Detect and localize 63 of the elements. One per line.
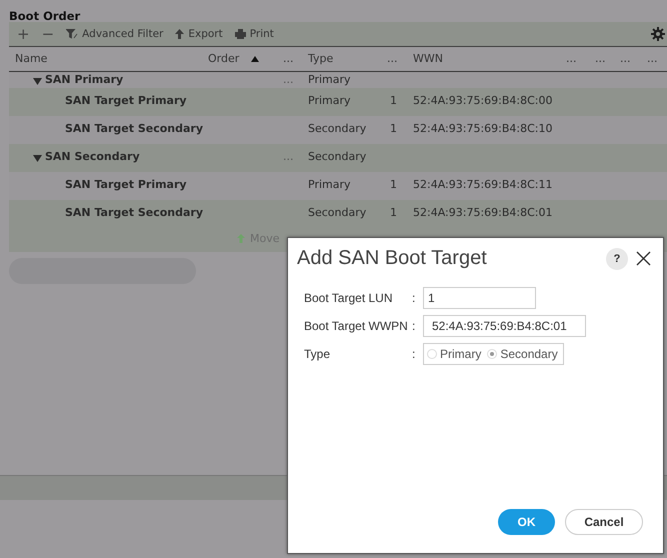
table-cell: SAN Target Primary	[65, 178, 187, 191]
table-cell: SAN Target Primary	[65, 94, 187, 107]
arrow-up-icon	[237, 234, 245, 243]
group-name: SAN Primary	[45, 73, 124, 86]
separator: :	[412, 347, 416, 361]
table-cell: 52:4A:93:75:69:B4:8C:01	[413, 206, 552, 219]
column-header[interactable]: ...	[595, 52, 606, 65]
filter-icon	[66, 29, 78, 39]
table-cell: Secondary	[308, 150, 366, 163]
table-cell: Secondary	[308, 122, 366, 135]
table-cell: 1	[390, 94, 397, 107]
table-row[interactable]: SAN Secondary ... Secondary	[9, 144, 667, 172]
toolbar-button[interactable]: Advanced Filter	[66, 28, 164, 40]
ok-button[interactable]: OK	[498, 509, 555, 535]
table-cell: ...	[283, 73, 294, 86]
input-field[interactable]: 52:4A:93:75:69:B4:8C:01	[423, 315, 586, 337]
field-label: Type	[304, 347, 332, 361]
table-cell: ...	[283, 150, 294, 163]
field-label: Boot Target LUN	[304, 291, 394, 305]
table-cell: SAN Target Secondary	[65, 206, 204, 219]
help-button[interactable]: ?	[606, 248, 628, 270]
group-name: SAN Secondary	[45, 150, 140, 163]
table-cell: 52:4A:93:75:69:B4:8C:11	[413, 178, 552, 191]
column-header[interactable]: Order	[208, 52, 260, 65]
table-row[interactable]: SAN Target Primary Primary 1 52:4A:93:75:69:B4:8C:00	[9, 88, 667, 116]
column-header[interactable]: WWN	[413, 52, 443, 65]
remove-button[interactable]: −	[42, 25, 54, 43]
arrow-up-icon	[175, 29, 184, 39]
expand-arrow-icon[interactable]	[33, 155, 42, 162]
column-header[interactable]: ...	[647, 52, 658, 65]
add-button[interactable]: +	[17, 25, 30, 43]
field-label: Boot Target WWPN	[304, 319, 409, 333]
table-row[interactable]: SAN Target Secondary Secondary 1 52:4A:93:75:69:B4:8C:01	[9, 200, 667, 228]
table-cell: Primary	[308, 94, 351, 107]
separator: :	[412, 291, 416, 305]
table-cell: 1	[390, 122, 397, 135]
table-cell: Secondary	[308, 206, 366, 219]
separator: :	[412, 319, 416, 333]
radio-option[interactable]: Primary	[427, 347, 482, 361]
settings-icon[interactable]	[651, 27, 665, 41]
column-header[interactable]: Name	[15, 52, 48, 65]
table-cell: SAN Target Secondary	[65, 122, 204, 135]
column-header[interactable]: ...	[283, 52, 294, 65]
column-header[interactable]: ...	[620, 52, 630, 65]
table-cell: 52:4A:93:75:69:B4:8C:00	[413, 94, 552, 107]
column-header[interactable]: ...	[387, 52, 398, 65]
cancel-button[interactable]: Cancel	[565, 509, 643, 535]
table-cell: 52:4A:93:75:69:B4:8C:10	[413, 122, 552, 135]
radio-option[interactable]: Secondary	[487, 347, 558, 361]
expand-arrow-icon[interactable]	[33, 78, 42, 85]
printer-icon	[234, 29, 246, 39]
input-field[interactable]: 1	[423, 287, 536, 309]
table-cell: Primary	[308, 178, 351, 191]
table-cell: Primary	[308, 73, 351, 86]
toolbar-button[interactable]: Print	[234, 28, 274, 40]
column-header[interactable]: ...	[566, 52, 576, 65]
close-icon[interactable]	[636, 251, 651, 266]
table-cell: 1	[390, 206, 397, 219]
page-title: Boot Order	[8, 8, 82, 22]
column-header[interactable]: Type	[308, 52, 334, 65]
table-cell: 1	[390, 178, 397, 191]
dialog-title: Add SAN Boot Target	[297, 247, 487, 270]
toolbar-button[interactable]: Export	[175, 28, 223, 40]
